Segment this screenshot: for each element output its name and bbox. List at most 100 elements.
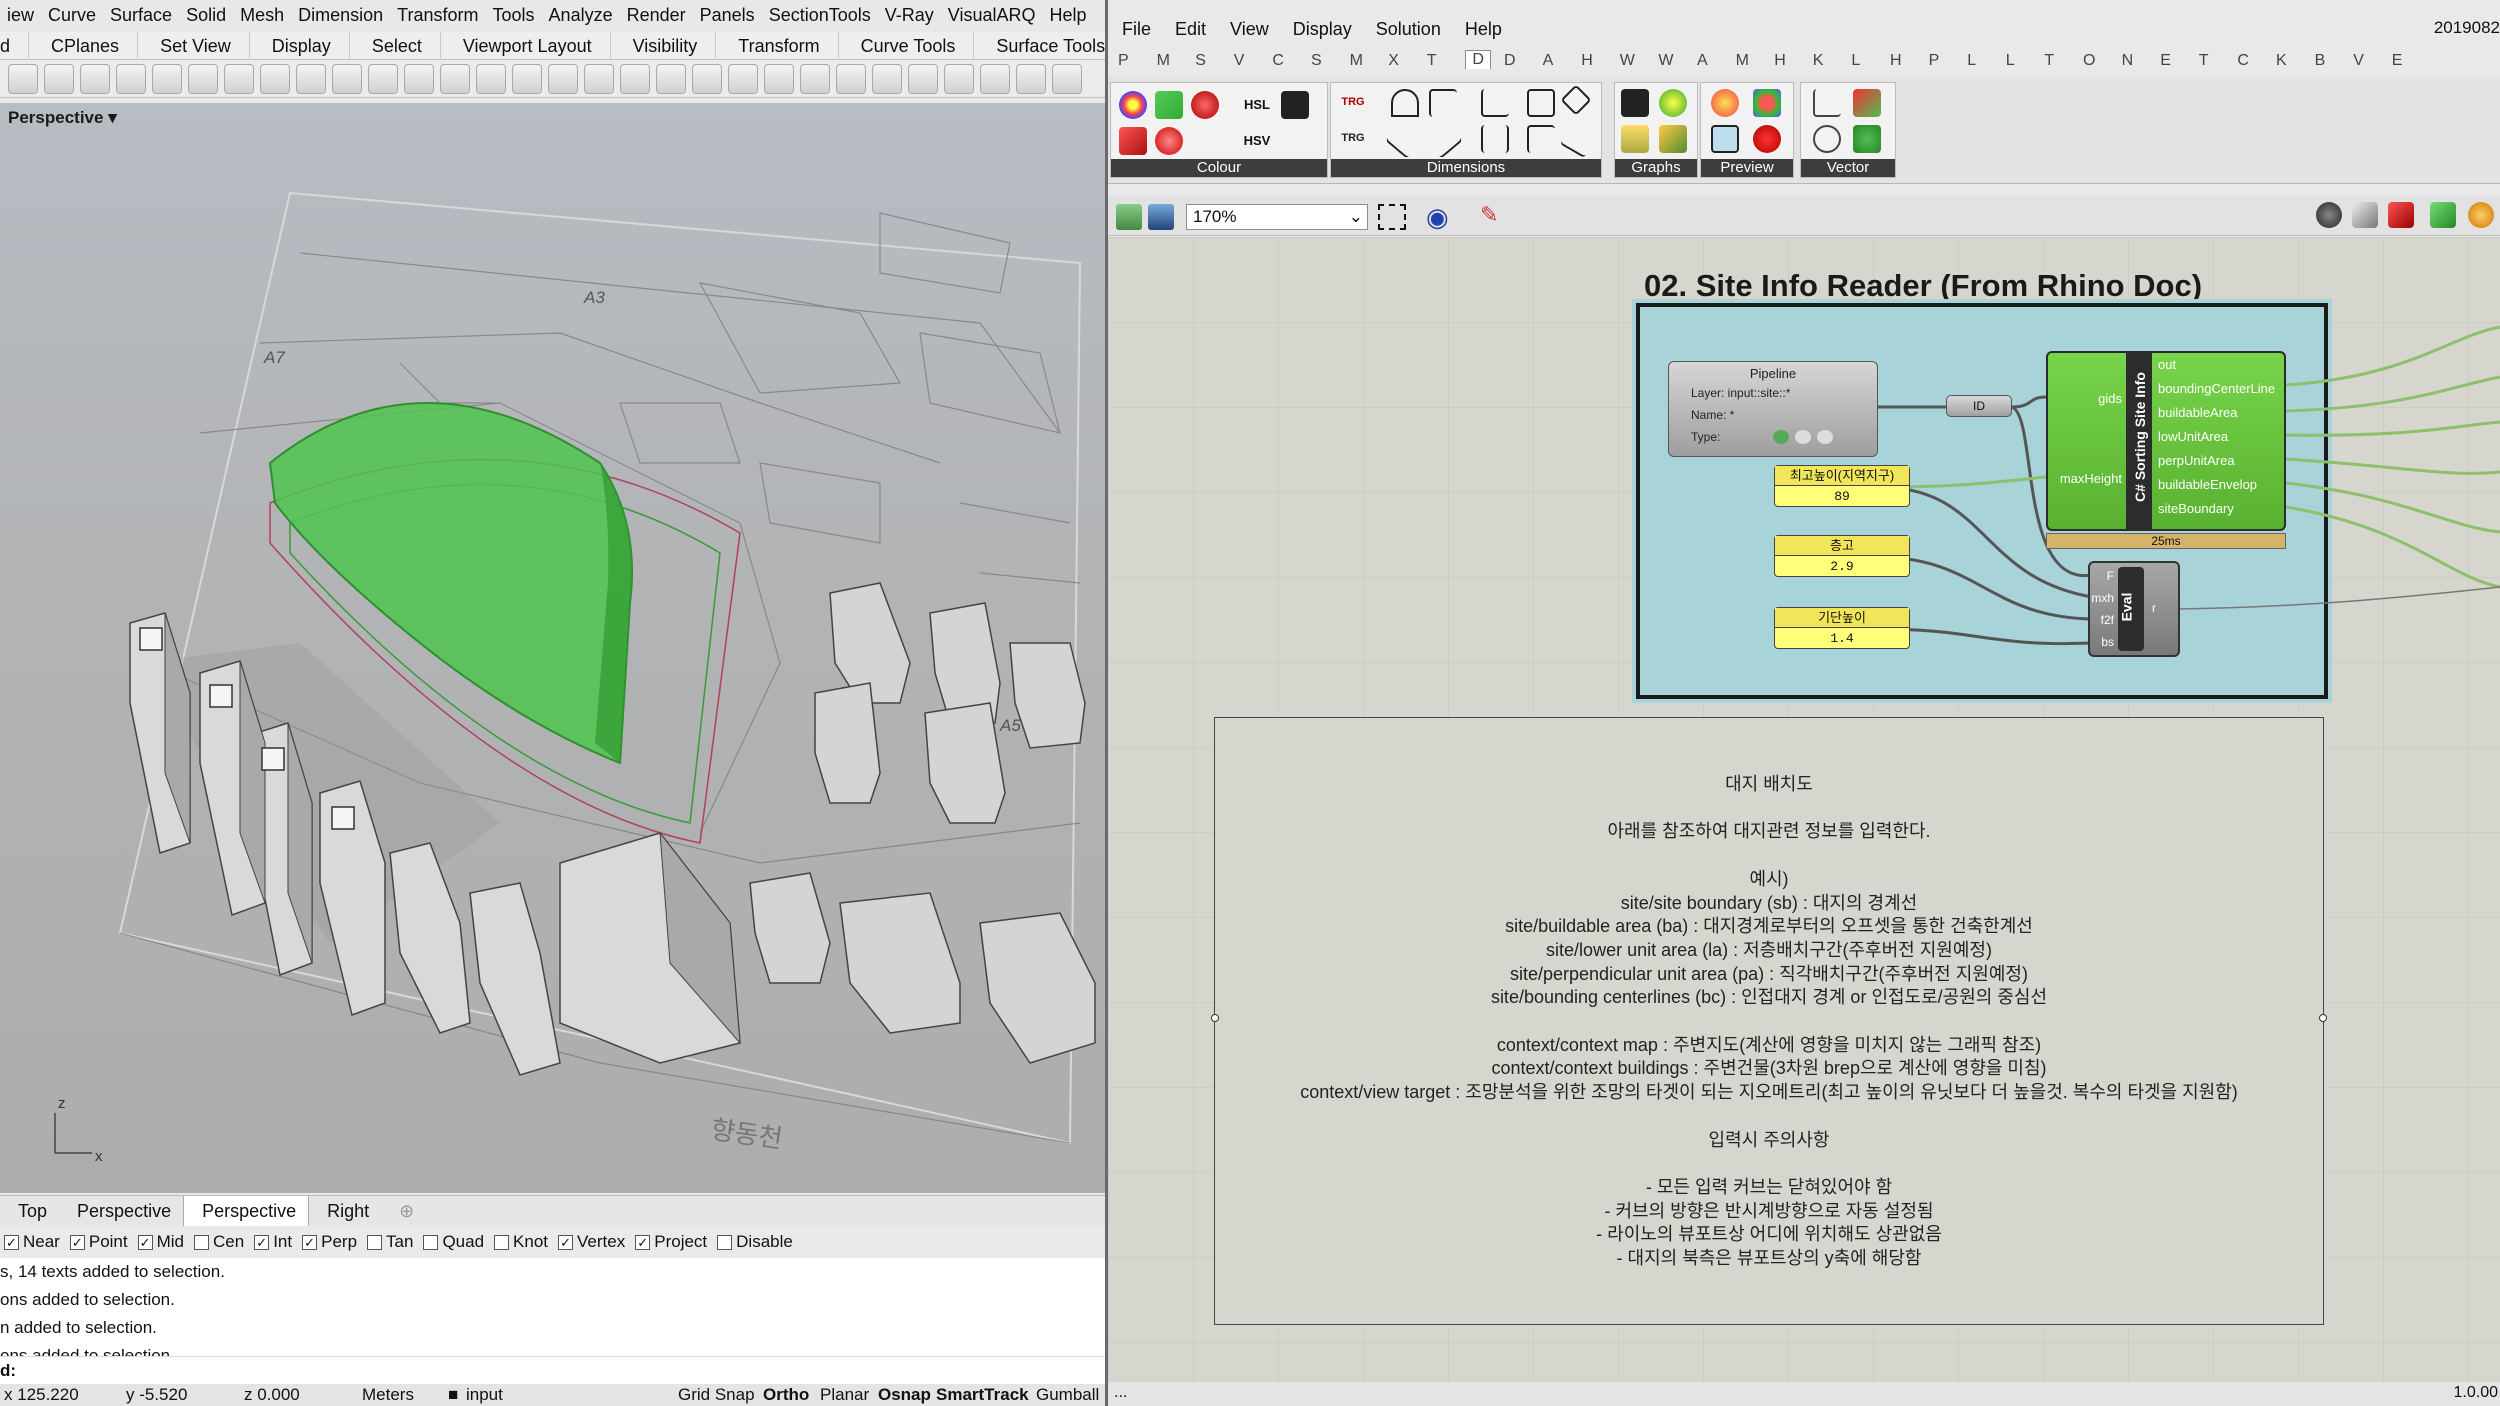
gumball-toggle[interactable]: Gumball — [1036, 1385, 1099, 1405]
wire-sphere-icon[interactable] — [908, 63, 938, 94]
gh-tab-d[interactable]: D — [1465, 50, 1491, 69]
toolbar-tab-curve-tools[interactable]: Curve Tools — [839, 31, 975, 60]
output-boundingcenterline[interactable]: boundingCenterLine — [2158, 381, 2275, 396]
ortho-toggle[interactable]: Ortho — [763, 1385, 809, 1405]
id-param[interactable]: ID — [1946, 395, 2012, 417]
gh-tab-v[interactable]: V — [2353, 52, 2364, 70]
gh-menu-help[interactable]: Help — [1451, 19, 1512, 40]
print-icon[interactable] — [44, 63, 74, 94]
eval-component[interactable]: F mxh f2f bs Eval r — [2088, 561, 2180, 657]
gh-tab-e[interactable]: E — [2392, 52, 2403, 70]
gradient-graph-icon[interactable] — [1281, 91, 1309, 119]
output-buildableenvelop[interactable]: buildableEnvelop — [2158, 477, 2257, 492]
serial-dimension-icon[interactable] — [1527, 125, 1555, 153]
bar-graph-icon[interactable] — [1621, 89, 1649, 117]
display-material-icon[interactable] — [1711, 125, 1739, 153]
preview-eye-icon[interactable]: ◉ — [1426, 202, 1449, 233]
gh-tab-s[interactable]: S — [1195, 52, 1206, 70]
red-box-icon[interactable] — [1119, 127, 1147, 155]
toolbar-tab-display[interactable]: Display — [250, 31, 350, 60]
gh-tab-m[interactable]: M — [1736, 52, 1749, 70]
input-gids[interactable]: gids — [2052, 391, 2122, 406]
save-file-icon[interactable] — [1148, 204, 1174, 230]
panel-output-grip[interactable] — [2319, 1014, 2327, 1022]
viewport-tab-top[interactable]: Top — [0, 1196, 59, 1226]
move-icon[interactable] — [296, 63, 326, 94]
planar-toggle[interactable]: Planar — [820, 1385, 869, 1405]
menu-curve[interactable]: Curve — [41, 5, 103, 26]
ordinate-dimension-icon[interactable] — [1481, 125, 1509, 153]
eval-input-f[interactable]: F — [2090, 569, 2114, 583]
gh-menu-solution[interactable]: Solution — [1362, 19, 1451, 40]
grid-snap-toggle[interactable]: Grid Snap — [678, 1385, 755, 1405]
create-material-icon[interactable] — [1753, 125, 1781, 153]
box-dimension-icon[interactable] — [1527, 89, 1555, 117]
gear-icon[interactable] — [1052, 63, 1082, 94]
gh-tab-x[interactable]: X — [1388, 52, 1399, 70]
mesh-type-icon[interactable] — [1817, 430, 1833, 444]
gh-tab-v[interactable]: V — [1234, 52, 1245, 70]
linear-dimension-icon[interactable] — [1423, 119, 1463, 159]
menu-transform[interactable]: Transform — [390, 5, 485, 26]
sketch-pen-icon[interactable]: ✎ — [1480, 202, 1498, 228]
gh-tab-n[interactable]: N — [2122, 52, 2134, 70]
colour-mesh-icon[interactable] — [1753, 89, 1781, 117]
eval-input-f2f[interactable]: f2f — [2090, 613, 2114, 627]
new-icon[interactable] — [80, 63, 110, 94]
zoom-level-select[interactable]: 170% ⌄ — [1186, 204, 1368, 230]
gh-tab-w[interactable]: W — [1620, 52, 1635, 70]
gh-tab-h[interactable]: H — [1890, 52, 1902, 70]
gh-canvas[interactable]: 02. Site Info Reader (From Rhino Doc) Pi… — [1108, 237, 2500, 1382]
gh-tab-t[interactable]: T — [2044, 52, 2054, 70]
gh-tab-a[interactable]: A — [1697, 52, 1708, 70]
light-icon[interactable] — [728, 63, 758, 94]
osnap-near[interactable]: ✓ Near — [4, 1232, 60, 1252]
select-icon[interactable] — [692, 63, 722, 94]
gh-tab-p[interactable]: P — [1929, 52, 1940, 70]
save-icon[interactable] — [8, 63, 38, 94]
trg-icon[interactable]: TRG — [1339, 89, 1367, 117]
add-viewport-icon[interactable]: ⊕ — [381, 1196, 426, 1226]
preview-shaded-icon[interactable] — [2388, 202, 2414, 228]
viewport-tab-perspective[interactable]: Perspective — [183, 1195, 310, 1226]
colour-swatch-icon[interactable] — [1155, 91, 1183, 119]
gh-tab-t[interactable]: T — [1427, 52, 1437, 70]
point-order-icon[interactable] — [1853, 125, 1881, 153]
output-out[interactable]: out — [2158, 357, 2176, 372]
preview-selected-icon[interactable] — [2430, 202, 2456, 228]
eval-input-mxh[interactable]: mxh — [2090, 591, 2114, 605]
toolbar-tab-transform[interactable]: Transform — [716, 31, 839, 60]
menu-v-ray[interactable]: V-Ray — [878, 5, 941, 26]
gh-tab-w[interactable]: W — [1658, 52, 1673, 70]
checkbox-icon[interactable] — [423, 1234, 439, 1250]
perspective-viewport[interactable]: A3 A7 A5 향동천 z x — [0, 103, 1105, 1193]
osnap-point[interactable]: ✓ Point — [69, 1232, 128, 1252]
osnap-tan[interactable]: Tan — [367, 1232, 413, 1252]
smarttrack-toggle[interactable]: SmartTrack — [936, 1385, 1029, 1405]
viewport-layout-icon[interactable] — [512, 63, 542, 94]
checkbox-icon[interactable] — [494, 1234, 510, 1250]
osnap-mid[interactable]: ✓ Mid — [137, 1232, 184, 1252]
chevron-down-icon[interactable]: ⌄ — [1349, 205, 1363, 229]
checkbox-icon[interactable]: ✓ — [69, 1234, 85, 1250]
zoom-selected-icon[interactable] — [440, 63, 470, 94]
menu-surface[interactable]: Surface — [103, 5, 179, 26]
custom-preview-icon[interactable] — [1711, 89, 1739, 117]
osnap-perp[interactable]: ✓ Perp — [302, 1232, 357, 1252]
gh-tab-e[interactable]: E — [2160, 52, 2171, 70]
grid-icon[interactable] — [620, 63, 650, 94]
radial-dimension-icon[interactable] — [1559, 119, 1599, 159]
curve-type-icon[interactable] — [1773, 430, 1789, 444]
units[interactable]: Meters — [362, 1385, 414, 1405]
color-wheel-icon[interactable] — [836, 63, 866, 94]
angle-dimension-icon[interactable] — [1481, 89, 1509, 117]
gh-tab-k[interactable]: K — [2276, 52, 2287, 70]
checkbox-icon[interactable] — [194, 1234, 210, 1250]
shaded-sphere-icon[interactable] — [872, 63, 902, 94]
gh-tab-l[interactable]: L — [2006, 52, 2015, 70]
current-layer[interactable]: input — [466, 1385, 503, 1405]
checkbox-icon[interactable]: ✓ — [302, 1234, 318, 1250]
slider-floor-height[interactable]: 층고 2.9 — [1774, 535, 1910, 577]
hide-icon[interactable] — [656, 63, 686, 94]
gh-tab-p[interactable]: P — [1118, 52, 1129, 70]
